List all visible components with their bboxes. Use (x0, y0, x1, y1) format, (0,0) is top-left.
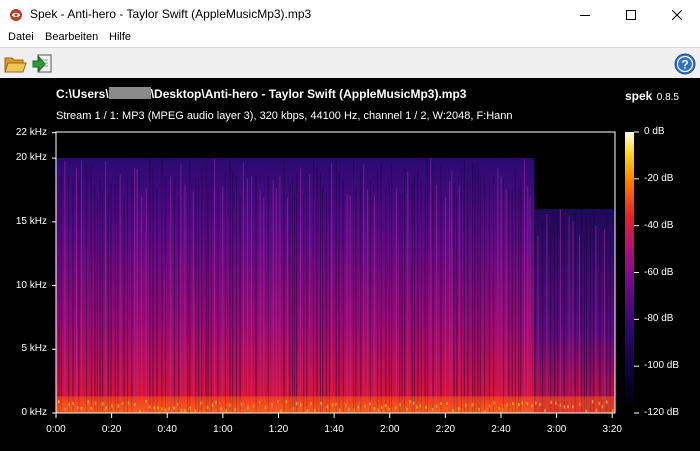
x-tick-label: 2:40 (491, 424, 511, 435)
app-name: spek (624, 89, 653, 103)
help-icon[interactable]: ? (673, 52, 697, 76)
menu-bar: Datei Bearbeiten Hilfe (0, 30, 700, 46)
minimize-button[interactable] (562, 0, 608, 30)
colorbar-label: -40 dB (644, 219, 674, 231)
x-tick-label: 2:20 (435, 424, 456, 435)
colorbar-label: -120 dB (644, 407, 680, 418)
file-path-prefix: C:\Users\ (56, 87, 109, 101)
toolbar: ? (0, 47, 700, 79)
y-tick-label: 5 kHz (21, 343, 47, 355)
app-version: 0.8.5 (656, 92, 679, 103)
folder-open-icon[interactable] (3, 52, 27, 76)
x-tick-label: 3:20 (602, 424, 622, 435)
y-tick-label: 0 kHz (21, 407, 47, 418)
maximize-button[interactable] (608, 0, 654, 30)
x-tick-label: 3:00 (546, 424, 567, 435)
menu-file[interactable]: Datei (8, 31, 34, 43)
x-tick-label: 0:40 (157, 424, 177, 435)
menu-help[interactable]: Hilfe (109, 31, 131, 43)
x-tick-label: 2:00 (379, 424, 400, 435)
y-tick-label: 10 kHz (15, 279, 47, 291)
spek-app-icon (10, 9, 22, 21)
title-bar: Spek - Anti-hero - Taylor Swift (AppleMu… (0, 0, 700, 30)
spectrogram-view (0, 78, 700, 451)
y-tick-label: 20 kHz (15, 152, 47, 164)
menu-edit[interactable]: Bearbeiten (45, 31, 98, 43)
colorbar-label: -60 dB (644, 266, 674, 278)
window-title: Spek - Anti-hero - Taylor Swift (AppleMu… (30, 7, 312, 21)
redacted-username (108, 87, 151, 99)
stream-info: Stream 1 / 1: MP3 (MPEG audio layer 3), … (56, 110, 513, 122)
y-tick-label: 22 kHz (15, 126, 47, 138)
svg-text:?: ? (681, 58, 688, 72)
maximize-icon (626, 10, 636, 20)
close-button[interactable] (654, 0, 700, 30)
x-tick-label: 1:20 (268, 424, 289, 435)
app-brand: spek 0.8.5 (625, 87, 679, 105)
colorbar-label: -20 dB (644, 172, 674, 184)
colorbar-label: -80 dB (644, 313, 674, 325)
file-path: C:\Users\ \Desktop\Anti-hero - Taylor Swi… (56, 87, 466, 101)
x-tick-label: 1:40 (324, 424, 344, 435)
x-tick-label: 1:00 (213, 424, 233, 435)
file-path-suffix: \Desktop\Anti-hero - Taylor Swift (Apple… (150, 87, 467, 101)
close-icon (672, 10, 682, 20)
colorbar-label: -100 dB (644, 360, 680, 372)
save-export-icon[interactable] (30, 52, 54, 76)
colorbar-label: 0 dB (644, 126, 665, 137)
y-tick-label: 15 kHz (15, 215, 47, 227)
x-tick-label: 0:00 (46, 424, 66, 435)
x-tick-label: 0:20 (101, 424, 122, 435)
minimize-icon (580, 15, 590, 16)
